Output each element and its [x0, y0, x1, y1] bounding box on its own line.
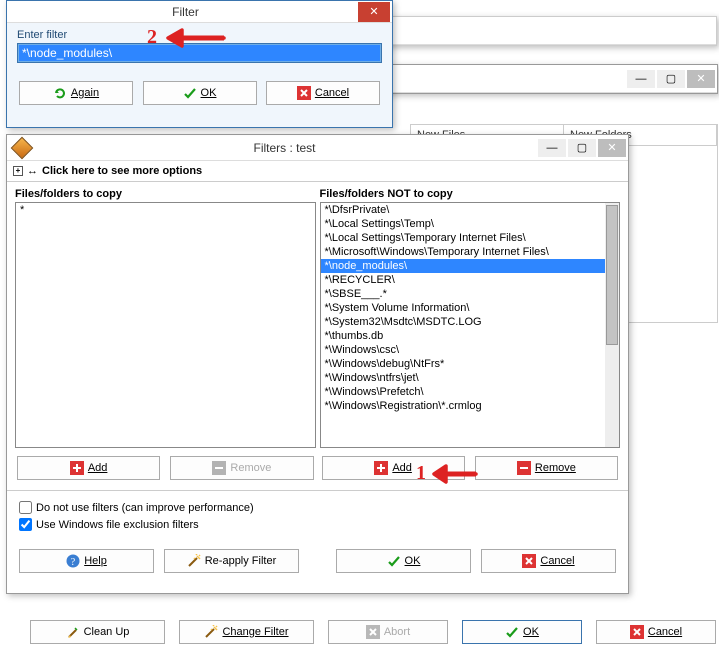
no-filters-checkbox[interactable]: Do not use filters (can improve performa… [19, 499, 616, 516]
abort-button[interactable]: Abort [328, 620, 448, 644]
enter-filter-title: Filter [13, 5, 358, 19]
list-item[interactable]: *\Local Settings\Temporary Internet File… [321, 231, 620, 245]
wand-icon [204, 625, 218, 639]
enter-filter-dialog: Filter ✕ Enter filter Again OK Cancel [6, 0, 393, 128]
notcopy-listbox[interactable]: *\DfsrPrivate\*\Local Settings\Temp\*\Lo… [320, 202, 621, 448]
help-label: Help [84, 555, 107, 567]
filters-cancel-label: Cancel [540, 555, 574, 567]
filters-ok-label: OK [405, 555, 421, 567]
minus-icon [212, 461, 226, 475]
list-item[interactable]: *\Windows\debug\NtFrs* [321, 357, 620, 371]
wand-icon [187, 554, 201, 568]
enter-ok-button[interactable]: OK [143, 81, 257, 105]
x-icon [630, 625, 644, 639]
expand-icon: + [13, 166, 23, 176]
filters-title: Filters : test [31, 141, 538, 155]
help-button[interactable]: Help [19, 549, 154, 573]
bottom-cancel-label: Cancel [648, 626, 682, 638]
filters-close-button[interactable]: ✕ [598, 139, 626, 157]
again-label: Again [71, 87, 99, 99]
minus-icon [517, 461, 531, 475]
more-options-label: Click here to see more options [42, 165, 202, 177]
plus-icon [374, 461, 388, 475]
list-item[interactable]: *\SBSE___.* [321, 287, 620, 301]
filters-minimize-button[interactable]: — [538, 139, 566, 157]
test-window-title: st [357, 72, 627, 86]
cleanup-button[interactable]: Clean Up [30, 620, 165, 644]
scrollbar-thumb[interactable] [606, 205, 618, 345]
right-remove-button[interactable]: Remove [475, 456, 618, 480]
enter-ok-label: OK [201, 87, 217, 99]
check-icon [387, 554, 401, 568]
enter-filter-close-button[interactable]: ✕ [358, 2, 390, 22]
reapply-label: Re-apply Filter [205, 555, 277, 567]
bottom-cancel-button[interactable]: Cancel [596, 620, 716, 644]
reload-icon [53, 86, 67, 100]
list-item[interactable]: *\RECYCLER\ [321, 273, 620, 287]
win-exclusion-label: Use Windows file exclusion filters [36, 519, 199, 531]
list-item[interactable]: *\Windows\csc\ [321, 343, 620, 357]
list-item[interactable]: *\Microsoft\Windows\Temporary Internet F… [321, 245, 620, 259]
bottom-ok-label: OK [523, 626, 539, 638]
right-remove-label: Remove [535, 462, 576, 474]
x-icon [297, 86, 311, 100]
minimize-button[interactable]: — [627, 70, 655, 88]
abort-label: Abort [384, 626, 410, 638]
left-remove-label: Remove [230, 462, 271, 474]
enter-filter-label: Enter filter [17, 29, 382, 41]
check-icon [505, 625, 519, 639]
filters-maximize-button[interactable]: ▢ [568, 139, 596, 157]
more-options-bar[interactable]: + ↔ Click here to see more options [7, 161, 628, 182]
filters-cancel-button[interactable]: Cancel [481, 549, 616, 573]
close-button[interactable]: ✕ [687, 70, 715, 88]
plus-icon [70, 461, 84, 475]
filters-ok-button[interactable]: OK [336, 549, 471, 573]
list-item[interactable]: *\System32\Msdtc\MSDTC.LOG [321, 315, 620, 329]
list-item[interactable]: *\Local Settings\Temp\ [321, 217, 620, 231]
bottom-toolbar: Clean Up Change Filter Abort OK Cancel [30, 620, 716, 644]
changefilter-button[interactable]: Change Filter [179, 620, 314, 644]
filter-input[interactable] [17, 43, 382, 63]
list-item[interactable]: *\Windows\Prefetch\ [321, 385, 620, 399]
again-button[interactable]: Again [19, 81, 133, 105]
maximize-button[interactable]: ▢ [657, 70, 685, 88]
enter-cancel-label: Cancel [315, 87, 349, 99]
x-icon [366, 625, 380, 639]
list-item[interactable]: *\node_modules\ [321, 259, 620, 273]
right-add-label: Add [392, 462, 412, 474]
copy-header: Files/folders to copy [15, 186, 316, 202]
scrollbar[interactable] [605, 203, 619, 447]
app-icon [11, 136, 34, 159]
list-item[interactable]: *\Windows\ntfrs\jet\ [321, 371, 620, 385]
list-item[interactable]: * [16, 203, 315, 217]
enter-cancel-button[interactable]: Cancel [266, 81, 380, 105]
arrow-indicator-icon: ↔ [27, 165, 38, 177]
bottom-ok-button[interactable]: OK [462, 620, 582, 644]
filters-window: Filters : test — ▢ ✕ + ↔ Click here to s… [6, 134, 629, 594]
left-add-button[interactable]: Add [17, 456, 160, 480]
list-item[interactable]: *\Windows\Registration\*.crmlog [321, 399, 620, 413]
left-add-label: Add [88, 462, 108, 474]
changefilter-label: Change Filter [222, 626, 288, 638]
copy-listbox[interactable]: * [15, 202, 316, 448]
left-remove-button[interactable]: Remove [170, 456, 313, 480]
cleanup-label: Clean Up [84, 626, 130, 638]
reapply-button[interactable]: Re-apply Filter [164, 549, 299, 573]
win-exclusion-checkbox[interactable]: Use Windows file exclusion filters [19, 516, 616, 533]
list-item[interactable]: *\thumbs.db [321, 329, 620, 343]
check-icon [183, 86, 197, 100]
list-item[interactable]: *\System Volume Information\ [321, 301, 620, 315]
x-icon [522, 554, 536, 568]
right-add-button[interactable]: Add [322, 456, 465, 480]
notcopy-header: Files/folders NOT to copy [320, 186, 621, 202]
no-filters-label: Do not use filters (can improve performa… [36, 502, 254, 514]
help-icon [66, 554, 80, 568]
broom-icon [66, 625, 80, 639]
list-item[interactable]: *\DfsrPrivate\ [321, 203, 620, 217]
